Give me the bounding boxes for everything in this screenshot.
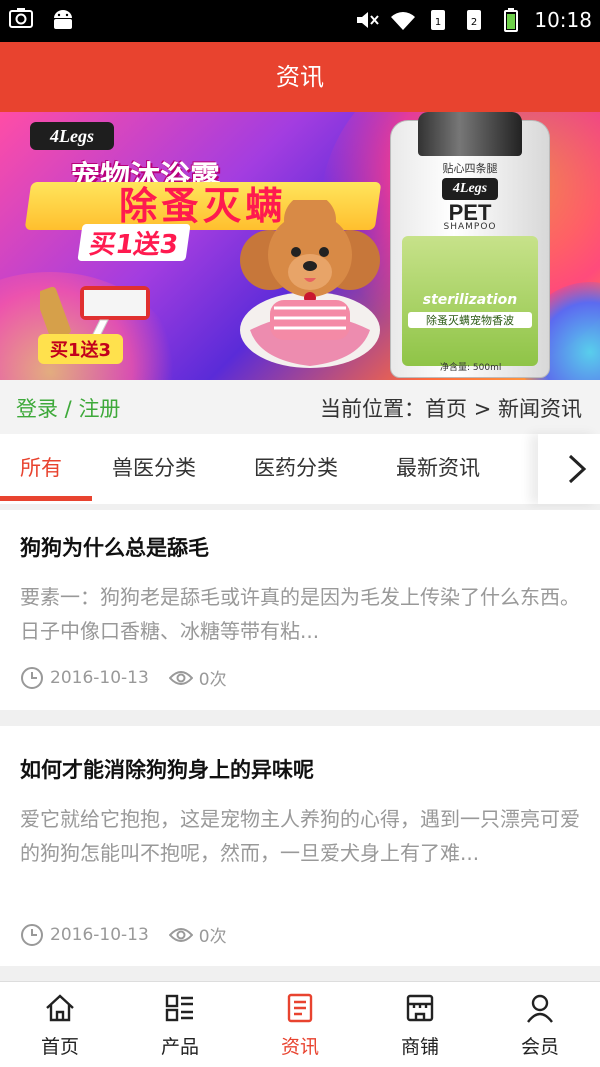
tab-all[interactable]: 所有 xyxy=(20,434,62,504)
bottle-volume: 净含量: 500ml xyxy=(440,363,502,373)
shop-icon xyxy=(406,994,434,1022)
bottom-navigation: 首页 产品 资讯 商铺 会员 xyxy=(0,981,600,1067)
category-tabs: 所有 兽医分类 医药分类 最新资讯 xyxy=(0,434,600,504)
clock: 10:18 xyxy=(534,8,592,32)
sim1-icon: 1 xyxy=(431,10,446,30)
clock-icon xyxy=(21,666,43,689)
article-meta: 2016-10-13 0次 xyxy=(20,665,227,690)
article-view-count: 0次 xyxy=(198,670,227,690)
nav-products-label: 产品 xyxy=(160,1036,199,1058)
clock-icon xyxy=(21,923,43,946)
svg-text:2: 2 xyxy=(471,17,477,28)
bottle-shampoo-label: SHAMPOO xyxy=(443,222,497,232)
user-icon xyxy=(527,994,553,1023)
list-item[interactable]: 如何才能消除狗狗身上的异味呢 爱它就给它抱抱，这是宠物主人养狗的心得，遇到一只漂… xyxy=(0,726,600,966)
banner-tag: 买1送3 xyxy=(38,334,124,364)
bottle-cn-label: 除蚤灭螨宠物香波 xyxy=(408,312,532,328)
mute-icon xyxy=(357,12,380,28)
home-icon xyxy=(46,994,74,1022)
android-icon xyxy=(54,10,72,29)
wifi-icon xyxy=(391,12,416,30)
bottle-top-text: 贴心四条腿 xyxy=(442,162,498,175)
list-item[interactable]: 狗狗为什么总是舔毛 要素一：狗狗老是舔毛或许真的是因为毛发上传染了什么东西。 日… xyxy=(0,510,600,710)
auth-separator: / xyxy=(58,397,79,421)
nav-shop[interactable]: 商铺 xyxy=(360,982,480,1067)
tabs-scroll-button[interactable] xyxy=(538,434,600,504)
article-title[interactable]: 如何才能消除狗狗身上的异味呢 xyxy=(20,754,314,784)
article-meta: 2016-10-13 0次 xyxy=(20,922,227,947)
register-link[interactable]: 注册 xyxy=(78,397,120,421)
breadcrumb: 登录 / 注册 当前位置：首页 > 新闻资讯 xyxy=(0,380,600,434)
sim2-icon: 2 xyxy=(467,10,482,30)
article-date: 2016-10-13 xyxy=(50,667,149,688)
nav-home-label: 首页 xyxy=(40,1036,79,1058)
article-views: 0次 xyxy=(168,922,227,947)
eye-icon xyxy=(168,670,193,685)
article-summary: 要素一：狗狗老是舔毛或许真的是因为毛发上传染了什么东西。 日子中像口香糖、冰糖等… xyxy=(20,585,600,643)
article-summary: 爱它就给它抱抱，这是宠物主人养狗的心得，遇到一只漂亮可爱的狗狗怎能叫不抱呢，然而… xyxy=(20,807,580,865)
eye-icon xyxy=(168,927,193,942)
battery-icon xyxy=(504,8,519,32)
news-icon xyxy=(287,993,313,1023)
article-date: 2016-10-13 xyxy=(50,924,149,945)
banner-offer: 买1送3 xyxy=(77,224,191,261)
product-list-icon xyxy=(165,994,193,1022)
status-bar: 1 2 10:18 xyxy=(0,0,600,42)
tab-vet[interactable]: 兽医分类 xyxy=(112,434,196,504)
nav-products[interactable]: 产品 xyxy=(120,982,240,1067)
pet-comb-illustration xyxy=(40,286,150,340)
screenshot-icon xyxy=(9,8,33,28)
nav-member[interactable]: 会员 xyxy=(480,982,600,1067)
bottle-cap xyxy=(418,112,522,156)
nav-home[interactable]: 首页 xyxy=(0,982,120,1067)
nav-news[interactable]: 资讯 xyxy=(240,982,360,1067)
svg-text:1: 1 xyxy=(435,17,441,28)
brand-logo: 4Legs xyxy=(30,122,114,150)
nav-shop-label: 商铺 xyxy=(400,1036,439,1058)
tab-medicine[interactable]: 医药分类 xyxy=(254,434,338,504)
article-title[interactable]: 狗狗为什么总是舔毛 xyxy=(20,532,209,562)
bottle-brand: 4Legs xyxy=(442,178,498,200)
chevron-right-icon xyxy=(568,454,587,484)
page-title: 资讯 xyxy=(0,42,600,112)
active-tab-indicator xyxy=(0,496,92,501)
auth-links: 登录 / 注册 xyxy=(16,393,120,423)
bottle-pet-label: PET xyxy=(448,200,492,225)
bottle-sterilization-label: sterilization xyxy=(422,292,518,308)
nav-member-label: 会员 xyxy=(520,1036,559,1058)
tab-latest[interactable]: 最新资讯 xyxy=(396,434,480,504)
nav-news-label: 资讯 xyxy=(280,1036,319,1058)
poodle-illustration xyxy=(240,200,380,368)
article-view-count: 0次 xyxy=(198,927,227,947)
article-views: 0次 xyxy=(168,665,227,690)
login-link[interactable]: 登录 xyxy=(16,397,58,421)
current-position: 当前位置：首页 > 新闻资讯 xyxy=(320,397,582,421)
